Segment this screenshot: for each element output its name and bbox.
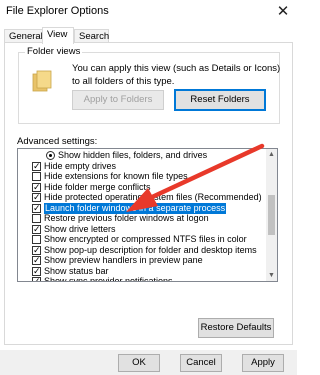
checkbox[interactable]: ✓ bbox=[32, 161, 41, 171]
checkbox[interactable]: ✓ bbox=[32, 193, 41, 202]
list-item-label: Show status bar bbox=[44, 265, 109, 276]
list-item-label: Show sync provider notifications bbox=[44, 276, 173, 282]
checkbox[interactable] bbox=[32, 235, 41, 244]
list-item[interactable]: ✓ Launch folder windows in a separate pro… bbox=[18, 202, 268, 214]
checkbox[interactable]: ✓ bbox=[32, 182, 41, 192]
scrollbar-thumb[interactable] bbox=[268, 195, 275, 235]
ok-button[interactable]: OK bbox=[118, 354, 160, 372]
list-item-label: Show pop-up description for folder and d… bbox=[44, 244, 257, 255]
folder-icon bbox=[32, 70, 52, 92]
list-item-label: Show preview handlers in preview pane bbox=[44, 255, 203, 265]
list-item[interactable]: ✓ Hide empty drives bbox=[18, 161, 268, 172]
list-item[interactable]: ✓ Hide folder merge conflicts bbox=[18, 182, 268, 193]
apply-to-folders-button[interactable]: Apply to Folders bbox=[72, 90, 164, 110]
list-item[interactable]: Hide extensions for known file types bbox=[18, 171, 268, 182]
list-item-label: Launch folder windows in a separate proc… bbox=[44, 202, 227, 214]
list-item-label: Show encrypted or compressed NTFS files … bbox=[44, 234, 247, 244]
tab-strip: General View Search bbox=[0, 27, 297, 44]
checkbox[interactable]: ✓ bbox=[32, 224, 41, 234]
list-item-label: Hide protected operating system files (R… bbox=[44, 192, 262, 202]
checkbox[interactable]: ✓ bbox=[32, 277, 41, 281]
checkbox[interactable]: ✓ bbox=[32, 203, 41, 213]
tab-view[interactable]: View bbox=[42, 27, 74, 44]
folder-views-legend: Folder views bbox=[25, 46, 83, 57]
radio-button[interactable] bbox=[46, 151, 55, 160]
advanced-settings-list[interactable]: Show hidden files, folders, and drives ✓ H… bbox=[17, 148, 278, 282]
list-item[interactable]: ✓ Show status bar bbox=[18, 266, 268, 277]
restore-defaults-button[interactable]: Restore Defaults bbox=[198, 318, 274, 338]
window-title: File Explorer Options bbox=[6, 5, 109, 17]
list-item-label: Hide extensions for known file types bbox=[44, 171, 188, 181]
title-bar: File Explorer Options ✕ bbox=[0, 0, 297, 24]
list-item-label: Restore previous folder windows at logon bbox=[44, 213, 209, 223]
checkbox[interactable] bbox=[32, 214, 41, 223]
list-item[interactable]: Show encrypted or compressed NTFS files … bbox=[18, 234, 268, 245]
list-item[interactable]: ✓ Show drive letters bbox=[18, 224, 268, 235]
list-item[interactable]: Show hidden files, folders, and drives bbox=[18, 150, 268, 161]
list-item-label: Hide folder merge conflicts bbox=[44, 181, 151, 192]
vertical-scrollbar[interactable]: ▲ ▼ bbox=[266, 149, 277, 281]
tab-general[interactable]: General bbox=[4, 29, 43, 43]
list-item-label: Show hidden files, folders, and drives bbox=[58, 150, 208, 160]
checkbox[interactable]: ✓ bbox=[32, 266, 41, 276]
radio-dot bbox=[49, 154, 52, 157]
checkbox[interactable]: ✓ bbox=[32, 256, 41, 265]
scroll-down-icon[interactable]: ▼ bbox=[266, 270, 277, 281]
list-item-label: Hide empty drives bbox=[44, 160, 117, 171]
cancel-button[interactable]: Cancel bbox=[180, 354, 222, 372]
reset-folders-button[interactable]: Reset Folders bbox=[174, 89, 266, 111]
list-item[interactable]: ✓ Show pop-up description for folder and … bbox=[18, 245, 268, 256]
tab-search[interactable]: Search bbox=[74, 29, 109, 43]
close-icon[interactable]: ✕ bbox=[273, 2, 293, 22]
dialog-footer: OK Cancel Apply bbox=[0, 350, 297, 375]
folder-views-description: You can apply this view (such as Details… bbox=[72, 63, 281, 87]
advanced-settings-label: Advanced settings: bbox=[17, 136, 98, 147]
list-item[interactable]: ✓ Show preview handlers in preview pane bbox=[18, 255, 268, 266]
checkbox[interactable] bbox=[32, 172, 41, 181]
checkbox[interactable]: ✓ bbox=[32, 245, 41, 255]
list-item-label: Show drive letters bbox=[44, 223, 116, 234]
list-item[interactable]: ✓ Hide protected operating system files (… bbox=[18, 192, 268, 203]
list-item[interactable]: ✓ Show sync provider notifications bbox=[18, 276, 268, 282]
list-item[interactable]: Restore previous folder windows at logon bbox=[18, 213, 268, 224]
apply-button[interactable]: Apply bbox=[242, 354, 284, 372]
scroll-up-icon[interactable]: ▲ bbox=[266, 149, 277, 160]
